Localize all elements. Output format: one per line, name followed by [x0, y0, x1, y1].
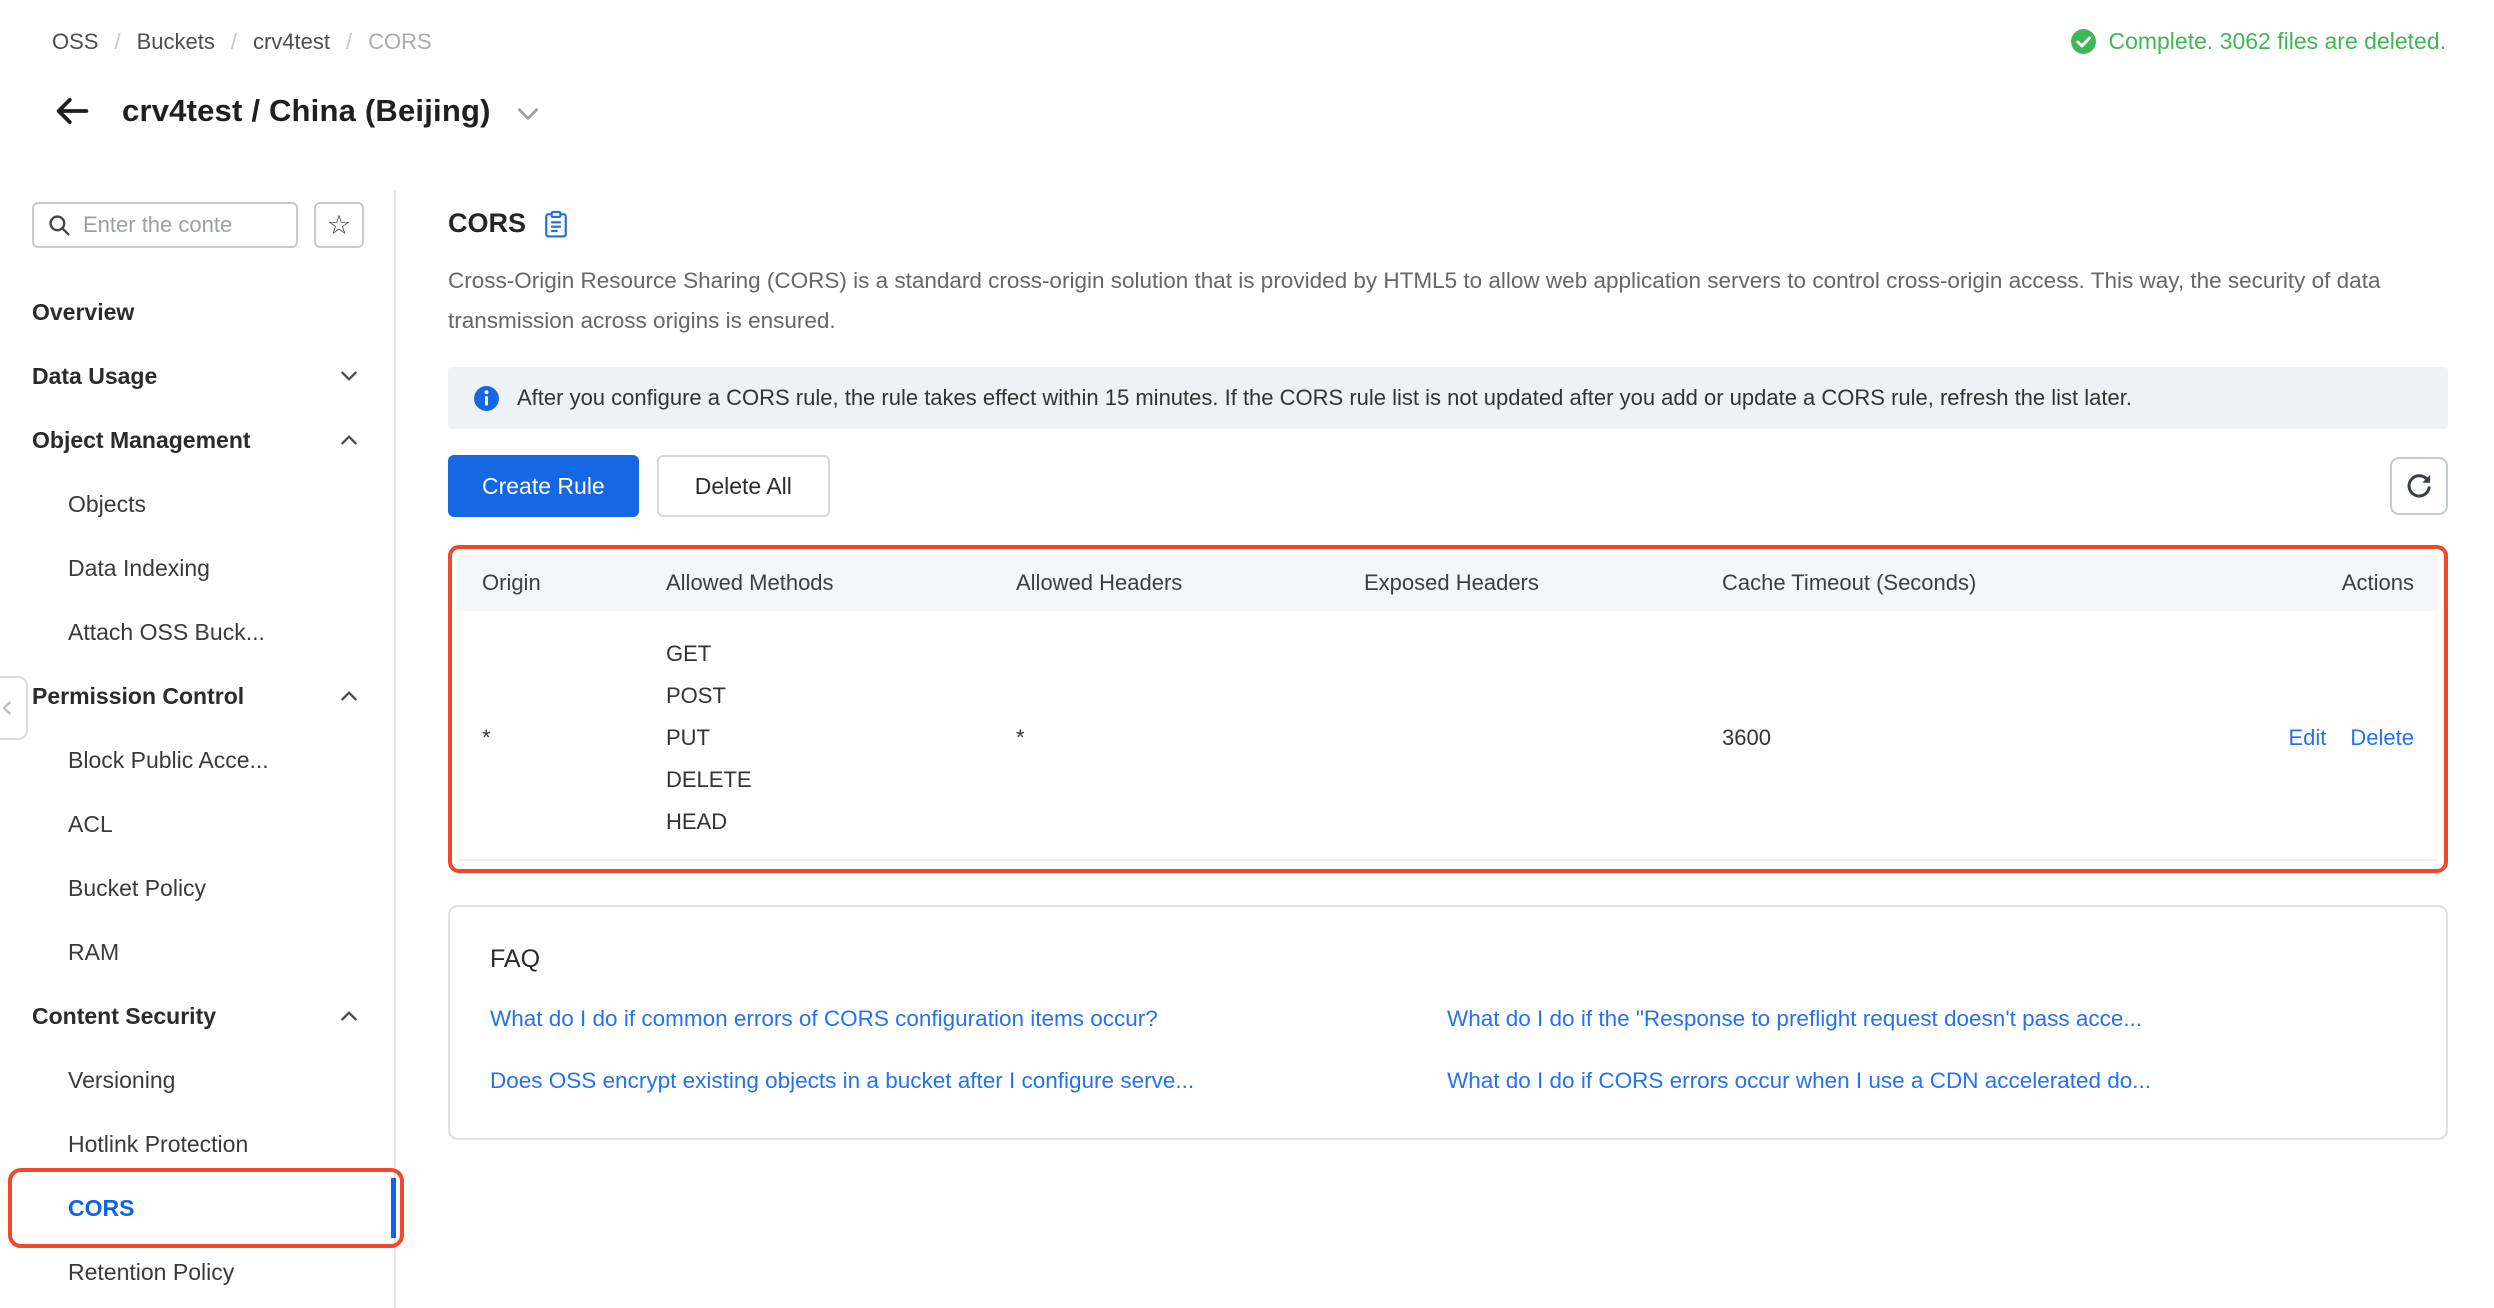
check-circle-icon — [2070, 28, 2097, 55]
sidebar-item-label: Versioning — [68, 1067, 175, 1094]
delete-all-button[interactable]: Delete All — [657, 455, 830, 517]
sidebar: ☆ Overview Data Usage Object Management … — [0, 190, 396, 1308]
page-title: crv4test / China (Beijing) — [122, 93, 491, 129]
search-icon — [46, 212, 72, 238]
main-content: CORS Cross-Origin Resource Sharing (CORS… — [396, 190, 2494, 1308]
sidebar-item-permission-control[interactable]: Permission Control — [0, 664, 394, 728]
breadcrumb-buckets[interactable]: Buckets — [137, 29, 215, 55]
cell-actions: Edit Delete — [2288, 725, 2414, 751]
sidebar-item-label: Retention Policy — [68, 1259, 234, 1286]
method-item: DELETE — [666, 759, 1016, 801]
cell-origin: * — [482, 725, 666, 751]
sidebar-item-label: Data Usage — [32, 363, 157, 390]
sidebar-item-hotlink-protection[interactable]: Hotlink Protection — [0, 1112, 394, 1176]
documentation-clipboard-icon[interactable] — [543, 210, 569, 239]
sidebar-item-attach-oss-bucket[interactable]: Attach OSS Buck... — [0, 600, 394, 664]
breadcrumb-current: CORS — [368, 29, 432, 55]
sidebar-item-label: Attach OSS Buck... — [68, 619, 265, 646]
sidebar-item-overview[interactable]: Overview — [0, 280, 394, 344]
col-origin: Origin — [482, 570, 666, 596]
bucket-switcher-chevron-icon[interactable] — [513, 99, 543, 129]
faq-link-preflight-request[interactable]: What do I do if the "Response to preflig… — [1447, 1006, 2406, 1032]
method-item: GET — [666, 633, 1016, 675]
section-title: CORS — [448, 208, 526, 239]
refresh-button[interactable] — [2390, 457, 2448, 515]
sidebar-item-label: Hotlink Protection — [68, 1131, 248, 1158]
search-input[interactable] — [81, 211, 284, 239]
breadcrumb-oss[interactable]: OSS — [52, 29, 98, 55]
sidebar-item-objects[interactable]: Objects — [0, 472, 394, 536]
col-actions: Actions — [2342, 570, 2414, 596]
sidebar-item-label: Permission Control — [32, 683, 244, 710]
sidebar-item-retention-policy[interactable]: Retention Policy — [0, 1240, 394, 1304]
active-indicator — [391, 1178, 396, 1238]
cell-allowed-methods: GET POST PUT DELETE HEAD — [666, 633, 1016, 843]
breadcrumb-bucket-name[interactable]: crv4test — [253, 29, 330, 55]
table-header-row: Origin Allowed Methods Allowed Headers E… — [458, 555, 2438, 611]
page-header: OSS / Buckets / crv4test / CORS Complete… — [0, 0, 2494, 190]
faq-link-cdn-cors-errors[interactable]: What do I do if CORS errors occur when I… — [1447, 1068, 2406, 1094]
section-description: Cross-Origin Resource Sharing (CORS) is … — [448, 261, 2448, 341]
sidebar-item-block-public-access[interactable]: Block Public Acce... — [0, 728, 394, 792]
sidebar-item-versioning[interactable]: Versioning — [0, 1048, 394, 1112]
info-banner: After you configure a CORS rule, the rul… — [448, 367, 2448, 429]
sidebar-item-label: Content Security — [32, 1003, 216, 1030]
info-banner-text: After you configure a CORS rule, the rul… — [517, 385, 2132, 411]
sidebar-search — [32, 202, 298, 248]
delete-link[interactable]: Delete — [2350, 725, 2414, 751]
method-item: PUT — [666, 717, 1016, 759]
faq-card: FAQ What do I do if common errors of COR… — [448, 905, 2448, 1140]
sidebar-collapse-handle[interactable] — [0, 676, 28, 740]
sidebar-item-label: Objects — [68, 491, 146, 518]
sidebar-item-content-security[interactable]: Content Security — [0, 984, 394, 1048]
sidebar-item-label: ACL — [68, 811, 113, 838]
sidebar-item-data-usage[interactable]: Data Usage — [0, 344, 394, 408]
info-icon — [473, 385, 500, 412]
breadcrumb-separator: / — [231, 29, 237, 55]
sidebar-item-acl[interactable]: ACL — [0, 792, 394, 856]
method-item: HEAD — [666, 801, 1016, 843]
col-allowed-methods: Allowed Methods — [666, 570, 1016, 596]
cell-allowed-headers: * — [1016, 725, 1364, 751]
sidebar-item-cors[interactable]: CORS — [0, 1176, 394, 1240]
oss-console-page: OSS / Buckets / crv4test / CORS Complete… — [0, 0, 2494, 1308]
breadcrumb-separator: / — [114, 29, 120, 55]
sidebar-item-object-management[interactable]: Object Management — [0, 408, 394, 472]
method-item: POST — [666, 675, 1016, 717]
breadcrumb-separator: / — [346, 29, 352, 55]
edit-link[interactable]: Edit — [2288, 725, 2326, 751]
refresh-icon — [2404, 471, 2434, 501]
chevron-up-icon — [338, 685, 360, 707]
status-toast: Complete. 3062 files are deleted. — [2070, 28, 2446, 55]
sidebar-item-label: Block Public Acce... — [68, 747, 269, 774]
breadcrumb: OSS / Buckets / crv4test / CORS — [52, 29, 432, 55]
sidebar-item-bucket-policy[interactable]: Bucket Policy — [0, 856, 394, 920]
status-text: Complete. 3062 files are deleted. — [2108, 28, 2446, 55]
cors-rules-table: Origin Allowed Methods Allowed Headers E… — [458, 555, 2438, 861]
chevron-up-icon — [338, 1005, 360, 1027]
sidebar-item-label: CORS — [68, 1195, 134, 1222]
sidebar-item-label: Object Management — [32, 427, 251, 454]
faq-link-cors-config-errors[interactable]: What do I do if common errors of CORS co… — [490, 1006, 1447, 1032]
sidebar-item-label: Overview — [32, 299, 134, 326]
sidebar-item-label: Data Indexing — [68, 555, 210, 582]
chevron-down-icon — [338, 365, 360, 387]
back-arrow-icon[interactable] — [50, 89, 94, 133]
col-allowed-headers: Allowed Headers — [1016, 570, 1364, 596]
faq-link-encrypt-existing-objects[interactable]: Does OSS encrypt existing objects in a b… — [490, 1068, 1447, 1094]
sidebar-nav: Overview Data Usage Object Management Ob… — [0, 280, 394, 1304]
favorite-star-button[interactable]: ☆ — [314, 202, 364, 248]
create-rule-button[interactable]: Create Rule — [448, 455, 639, 517]
col-cache-timeout: Cache Timeout (Seconds) — [1722, 570, 2282, 596]
col-exposed-headers: Exposed Headers — [1364, 570, 1722, 596]
sidebar-item-label: RAM — [68, 939, 119, 966]
cors-table-annotation-box: Origin Allowed Methods Allowed Headers E… — [448, 545, 2448, 873]
sidebar-item-label: Bucket Policy — [68, 875, 206, 902]
faq-title: FAQ — [490, 945, 2406, 974]
sidebar-item-data-indexing[interactable]: Data Indexing — [0, 536, 394, 600]
table-row: * GET POST PUT DELETE HEAD * 3600 Edit — [458, 611, 2438, 861]
cell-cache-timeout: 3600 — [1722, 725, 2282, 751]
sidebar-item-ram[interactable]: RAM — [0, 920, 394, 984]
chevron-up-icon — [338, 429, 360, 451]
